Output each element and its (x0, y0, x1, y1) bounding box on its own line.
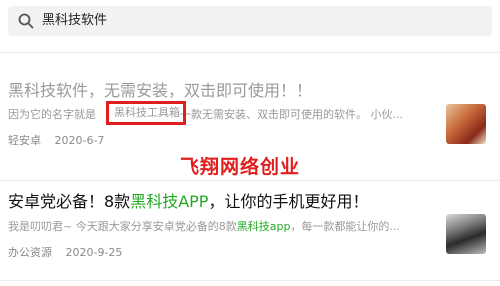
title-text: 安卓党必备！8款 (8, 192, 131, 211)
watermark-text: 飞翔网络创业 (180, 156, 301, 178)
divider (0, 52, 500, 53)
divider (0, 180, 500, 181)
result-thumbnail[interactable] (446, 214, 486, 254)
result-source[interactable]: 轻安卓 (8, 134, 41, 147)
result-title[interactable]: 黑科技软件，无需安装，双击即可使用！！ (8, 80, 312, 102)
result-meta: 办公资源 2020-9-25 (8, 246, 132, 260)
snippet-text: 我是叨叨君~ 今天跟大家分享安卓党必备的8款 (8, 220, 237, 233)
result-thumbnail[interactable] (446, 104, 486, 144)
boxed-keyword: 黑科技工具箱 (114, 106, 180, 120)
result-date: 2020-6-7 (54, 134, 105, 147)
snippet-text: 因为它的名字就是 (8, 108, 96, 121)
result-snippet: 因为它的名字就是 一款无需安装、双击即可使用的软件。 小伙... (8, 107, 403, 123)
search-input[interactable]: 黑科技软件 (42, 12, 107, 30)
search-bar[interactable]: 黑科技软件 (8, 6, 492, 36)
result-source[interactable]: 办公资源 (8, 246, 52, 259)
title-highlight: 黑科技APP (130, 192, 209, 211)
search-icon (18, 13, 34, 29)
snippet-text: ，每一款都能让你的... (290, 220, 400, 233)
result-snippet: 我是叨叨君~ 今天跟大家分享安卓党必备的8款黑科技app，每一款都能让你的... (8, 219, 400, 235)
result-title[interactable]: 安卓党必备！8款黑科技APP，让你的手机更好用！ (8, 191, 368, 213)
snippet-highlight: 黑科技app (236, 220, 291, 233)
title-text: ，让你的手机更好用！ (208, 192, 369, 211)
snippet-text: 一款无需安装、双击即可使用的软件。 小伙... (180, 108, 403, 121)
divider (0, 280, 500, 281)
result-date: 2020-9-25 (65, 246, 123, 259)
result-meta: 轻安卓 2020-6-7 (8, 134, 114, 148)
